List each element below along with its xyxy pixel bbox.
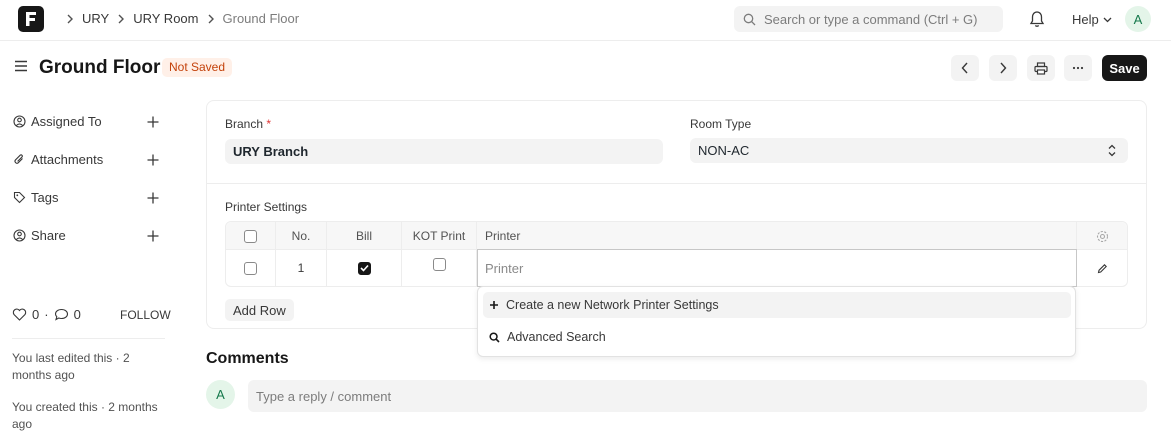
chevron-left-icon: [961, 62, 969, 74]
search-icon: [743, 13, 756, 26]
print-button[interactable]: [1027, 55, 1055, 81]
created-note: You created this · 2 months ago: [12, 400, 158, 431]
dropdown-item-label: Advanced Search: [507, 330, 606, 344]
sidebar-item-label: Attachments: [31, 152, 104, 167]
printer-placeholder: Printer: [485, 260, 524, 276]
breadcrumb-item-ury-room[interactable]: URY Room: [133, 11, 198, 26]
comment-input[interactable]: Type a reply / comment: [248, 380, 1147, 412]
help-label: Help: [1072, 12, 1099, 27]
chevron-right-icon: [207, 14, 215, 24]
notifications-bell-icon[interactable]: [1029, 10, 1045, 28]
row-edit-cell: [1077, 250, 1127, 286]
more-actions-button[interactable]: [1064, 55, 1092, 81]
room-type-value: NON-AC: [698, 143, 750, 158]
printer-settings-label: Printer Settings: [225, 200, 308, 214]
sidebar-item-share[interactable]: Share: [13, 228, 66, 243]
app-logo[interactable]: [18, 6, 44, 32]
comment-icon[interactable]: [54, 308, 69, 321]
section-divider: [207, 183, 1146, 184]
printer-awesomplete-dropdown: Create a new Network Printer Settings Ad…: [477, 286, 1076, 357]
select-all-cell: [226, 222, 276, 250]
frappe-logo-icon: [26, 12, 36, 26]
paperclip-icon: [13, 153, 26, 166]
printer-icon: [1034, 61, 1048, 75]
follow-button[interactable]: FOLLOW: [120, 308, 171, 322]
room-type-label: Room Type: [690, 117, 752, 131]
navbar: URY URY Room Ground Floor Search or type…: [0, 0, 1171, 41]
separator-dot: ·: [44, 307, 49, 322]
plus-icon: [489, 300, 499, 310]
gear-icon[interactable]: [1096, 230, 1109, 243]
previous-record-button[interactable]: [951, 55, 979, 81]
column-header-no: No.: [276, 222, 327, 250]
branch-label: Branch *: [225, 117, 272, 131]
user-assign-icon: [13, 115, 26, 128]
column-header-printer: Printer: [477, 222, 1077, 250]
select-all-checkbox[interactable]: [244, 229, 257, 243]
status-badge: Not Saved: [162, 58, 233, 77]
sidebar-divider: [12, 338, 165, 339]
row-select-checkbox[interactable]: [244, 261, 257, 275]
breadcrumb: URY URY Room Ground Floor: [58, 11, 299, 26]
dropdown-item-label: Create a new Network Printer Settings: [506, 298, 719, 312]
pencil-edit-icon[interactable]: [1097, 263, 1108, 274]
ellipsis-icon: [1072, 66, 1084, 70]
sidebar-item-label: Share: [31, 228, 66, 243]
select-chevron-icon: [1108, 144, 1116, 157]
page-title: Ground Floor: [39, 57, 161, 78]
sidebar-item-attachments[interactable]: Attachments: [13, 152, 103, 167]
check-icon: [359, 264, 369, 272]
dropdown-item-advanced-search[interactable]: Advanced Search: [483, 324, 1071, 350]
chevron-right-icon: [117, 14, 125, 24]
search-icon: [489, 331, 500, 343]
comments-count: 0: [73, 307, 81, 322]
room-type-select[interactable]: NON-AC: [690, 138, 1128, 163]
row-bill-cell: [327, 250, 402, 286]
last-edited-note: You last edited this · 2 months ago: [12, 351, 130, 382]
dropdown-item-create-new[interactable]: Create a new Network Printer Settings: [483, 292, 1071, 318]
column-header-bill: Bill: [327, 222, 402, 250]
bill-checkbox-checked[interactable]: [357, 261, 371, 275]
row-select-cell: [226, 250, 276, 286]
printer-settings-table: No. Bill KOT Print Printer 1 Printer: [225, 221, 1128, 287]
column-header-kot-print: KOT Print: [402, 222, 477, 250]
branch-field[interactable]: URY Branch: [225, 139, 663, 164]
add-share-plus-icon[interactable]: [146, 229, 160, 243]
chevron-right-icon: [999, 62, 1007, 74]
chevron-right-icon: [66, 14, 74, 24]
add-attachment-plus-icon[interactable]: [146, 153, 160, 167]
sidebar-item-tags[interactable]: Tags: [13, 190, 58, 205]
comment-avatar: A: [206, 380, 235, 409]
save-button[interactable]: Save: [1102, 55, 1147, 81]
required-asterisk: *: [266, 117, 272, 131]
likes-comments-stats: 0 · 0: [12, 307, 81, 322]
printer-link-input[interactable]: Printer: [477, 249, 1077, 287]
heart-icon[interactable]: [12, 308, 27, 321]
tag-icon: [13, 191, 26, 204]
column-settings-cell: [1077, 222, 1127, 250]
kot-print-checkbox[interactable]: [432, 257, 446, 271]
sidebar-item-label: Assigned To: [31, 114, 102, 129]
chevron-down-icon: [1103, 17, 1112, 23]
add-tag-plus-icon[interactable]: [146, 191, 160, 205]
row-no-cell: 1: [276, 250, 327, 286]
user-avatar[interactable]: A: [1125, 6, 1151, 32]
add-row-button[interactable]: Add Row: [225, 299, 294, 321]
row-kot-print-cell: [402, 250, 477, 286]
sidebar-toggle-icon[interactable]: [14, 59, 28, 73]
share-icon: [13, 229, 26, 242]
search-placeholder: Search or type a command (Ctrl + G): [764, 11, 978, 27]
breadcrumb-item-current[interactable]: Ground Floor: [223, 11, 300, 26]
likes-count: 0: [32, 307, 40, 322]
sidebar-item-assigned-to[interactable]: Assigned To: [13, 114, 102, 129]
next-record-button[interactable]: [989, 55, 1017, 81]
comments-heading: Comments: [206, 350, 289, 367]
breadcrumb-item-ury[interactable]: URY: [82, 11, 109, 26]
add-assignee-plus-icon[interactable]: [146, 115, 160, 129]
help-dropdown[interactable]: Help: [1072, 12, 1112, 27]
search-bar[interactable]: Search or type a command (Ctrl + G): [734, 6, 1003, 32]
sidebar-item-label: Tags: [31, 190, 59, 205]
